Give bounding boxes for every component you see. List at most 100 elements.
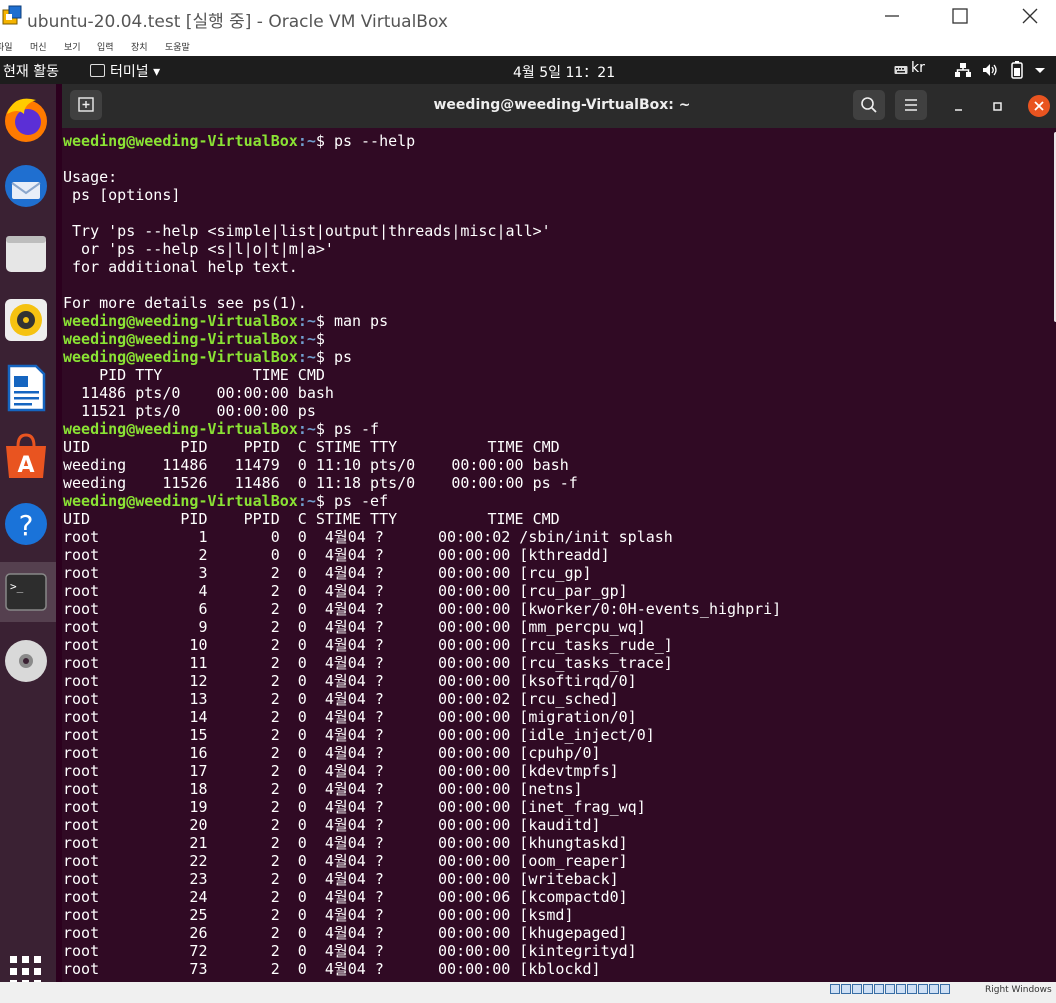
hamburger-menu-button[interactable] [895,90,927,120]
terminal-headerbar: weeding@weeding-VirtualBox: ~ [62,84,1056,128]
dock-item-rhythmbox[interactable] [0,290,56,350]
terminal-prompt-line: weeding@weeding-VirtualBox:~$ ps --help [63,132,1051,150]
battery-icon [1011,61,1023,79]
menu-view[interactable]: 보기 [64,40,81,53]
menu-devices[interactable]: 장치 [131,40,148,53]
command-text: man ps [333,312,389,330]
dock-item-thunderbird[interactable] [0,156,56,216]
maximize-button[interactable] [937,0,983,32]
shared-folders-icon[interactable] [885,984,895,994]
close-icon[interactable] [1027,94,1051,118]
keyboard-capture-icon[interactable] [940,984,950,994]
terminal-window[interactable]: weeding@weeding-VirtualBox: ~ weeding@we… [62,84,1056,982]
menu-help[interactable]: 도움말 [165,40,190,53]
terminal-output-line: root 72 2 0 4월04 ? 00:00:00 [kintegrityd… [63,942,1051,960]
output-text: 11521 pts/0 00:00:00 ps [63,402,316,420]
dock-item-terminal[interactable]: >_ [0,562,56,622]
prompt-symbol: $ [315,348,334,366]
prompt-path: :~ [297,420,316,438]
dock-item-help[interactable]: ? [0,494,56,554]
terminal-prompt-line: weeding@weeding-VirtualBox:~$ ps -f [63,420,1051,438]
menu-file[interactable]: 파일 [0,40,13,53]
virtualbox-menubar: 파일 머신 보기 입력 장치 도움말 [0,36,1056,56]
guest-display: 현재 활동 터미널 ▾ 4월 5일 11：21 kr A ? >_ weedin… [0,56,1056,987]
activities-button[interactable]: 현재 활동 [3,61,59,81]
output-text: ps [options] [63,186,181,204]
display-icon[interactable] [896,984,906,994]
prompt-symbol: $ [315,312,334,330]
output-text: for additional help text. [63,258,298,276]
terminal-output-line: root 26 2 0 4월04 ? 00:00:00 [khugepaged] [63,924,1051,942]
clock[interactable]: 4월 5일 11：21 [513,62,615,82]
output-text: root 72 2 0 4월04 ? 00:00:00 [kintegrityd… [63,942,637,960]
terminal-lines: weeding@weeding-VirtualBox:~$ ps --help U… [63,132,1051,978]
minimize-icon [885,15,899,17]
dock-item-firefox[interactable] [0,90,56,150]
terminal-output-line: root 24 2 0 4월04 ? 00:00:06 [kcompactd0] [63,888,1051,906]
terminal-output-line: 11521 pts/0 00:00:00 ps [63,402,1051,420]
terminal-output-line: weeding 11486 11479 0 11:10 pts/0 00:00:… [63,456,1051,474]
close-icon [1022,8,1038,24]
svg-text:>_: >_ [10,580,24,593]
menu-input[interactable]: 입력 [97,40,114,53]
output-text: root 73 2 0 4월04 ? 00:00:00 [kblockd] [63,960,601,978]
command-text: ps [333,348,352,366]
mouse-integration-icon[interactable] [929,984,939,994]
terminal-output-line: root 10 2 0 4월04 ? 00:00:00 [rcu_tasks_r… [63,636,1051,654]
output-text: root 22 2 0 4월04 ? 00:00:00 [oom_reaper] [63,852,628,870]
output-text: UID PID PPID C STIME TTY TIME CMD [63,438,560,456]
virtualization-icon[interactable] [918,984,928,994]
usb-icon[interactable] [874,984,884,994]
optical-drive-icon[interactable] [841,984,851,994]
chevron-down-icon: ▾ [153,64,161,80]
terminal-output-line: PID TTY TIME CMD [63,366,1051,384]
dock-item-ubuntu-software[interactable]: A [0,426,56,486]
minimize-icon[interactable] [949,97,969,117]
terminal-output-line: root 15 2 0 4월04 ? 00:00:00 [idle_inject… [63,726,1051,744]
output-text: For more details see ps(1). [63,294,307,312]
search-button[interactable] [853,90,885,120]
terminal-output-line: root 21 2 0 4월04 ? 00:00:00 [khungtaskd] [63,834,1051,852]
menu-machine[interactable]: 머신 [30,40,47,53]
prompt-symbol: $ [315,330,334,348]
dvd-icon [5,640,47,682]
output-text: Try 'ps --help <simple|list|output|threa… [63,222,551,240]
terminal-output[interactable]: weeding@weeding-VirtualBox:~$ ps --help U… [63,132,1051,982]
output-text: PID TTY TIME CMD [63,366,325,384]
keyboard-layout: kr [911,60,925,76]
output-text: root 15 2 0 4월04 ? 00:00:00 [idle_inject… [63,726,655,744]
output-text: root 21 2 0 4월04 ? 00:00:00 [khungtaskd] [63,834,628,852]
terminal-output-line: root 3 2 0 4월04 ? 00:00:00 [rcu_gp] [63,564,1051,582]
terminal-output-line: root 23 2 0 4월04 ? 00:00:00 [writeback] [63,870,1051,888]
svg-text:A: A [17,453,34,478]
app-menu-label: 터미널 [110,64,149,80]
dock: A ? >_ [0,84,56,987]
audio-icon[interactable] [852,984,862,994]
virtualbox-statusbar: Right Windows [0,982,1056,996]
libreoffice-writer-icon [7,364,46,412]
maximize-icon[interactable] [988,97,1008,117]
output-text: root 2 0 0 4월04 ? 00:00:00 [kthreadd] [63,546,610,564]
close-button[interactable] [1008,0,1054,32]
terminal-output-line: root 14 2 0 4월04 ? 00:00:00 [migration/0… [63,708,1051,726]
prompt-symbol: $ [315,492,334,510]
prompt-user: weeding@weeding-VirtualBox [63,132,298,150]
dock-item-dvd[interactable] [0,630,56,690]
minimize-button[interactable] [869,0,915,32]
output-text: root 20 2 0 4월04 ? 00:00:00 [kauditd] [63,816,601,834]
terminal-output-line: root 13 2 0 4월04 ? 00:00:02 [rcu_sched] [63,690,1051,708]
files-icon [6,236,46,272]
output-text: root 10 2 0 4월04 ? 00:00:00 [rcu_tasks_r… [63,636,673,654]
dock-item-libreoffice-writer[interactable] [0,358,56,418]
hard-disk-icon[interactable] [830,984,840,994]
recording-icon[interactable] [907,984,917,994]
app-menu[interactable]: 터미널 ▾ [90,61,160,81]
prompt-path: :~ [297,330,316,348]
network-icon[interactable] [863,984,873,994]
search-icon [861,97,877,113]
hamburger-menu-icon [905,99,917,111]
terminal-output-line: root 73 2 0 4월04 ? 00:00:00 [kblockd] [63,960,1051,978]
output-text: weeding 11526 11486 0 11:18 pts/0 00:00:… [63,474,578,492]
dock-item-files[interactable] [0,224,56,284]
output-text: root 26 2 0 4월04 ? 00:00:00 [khugepaged] [63,924,628,942]
